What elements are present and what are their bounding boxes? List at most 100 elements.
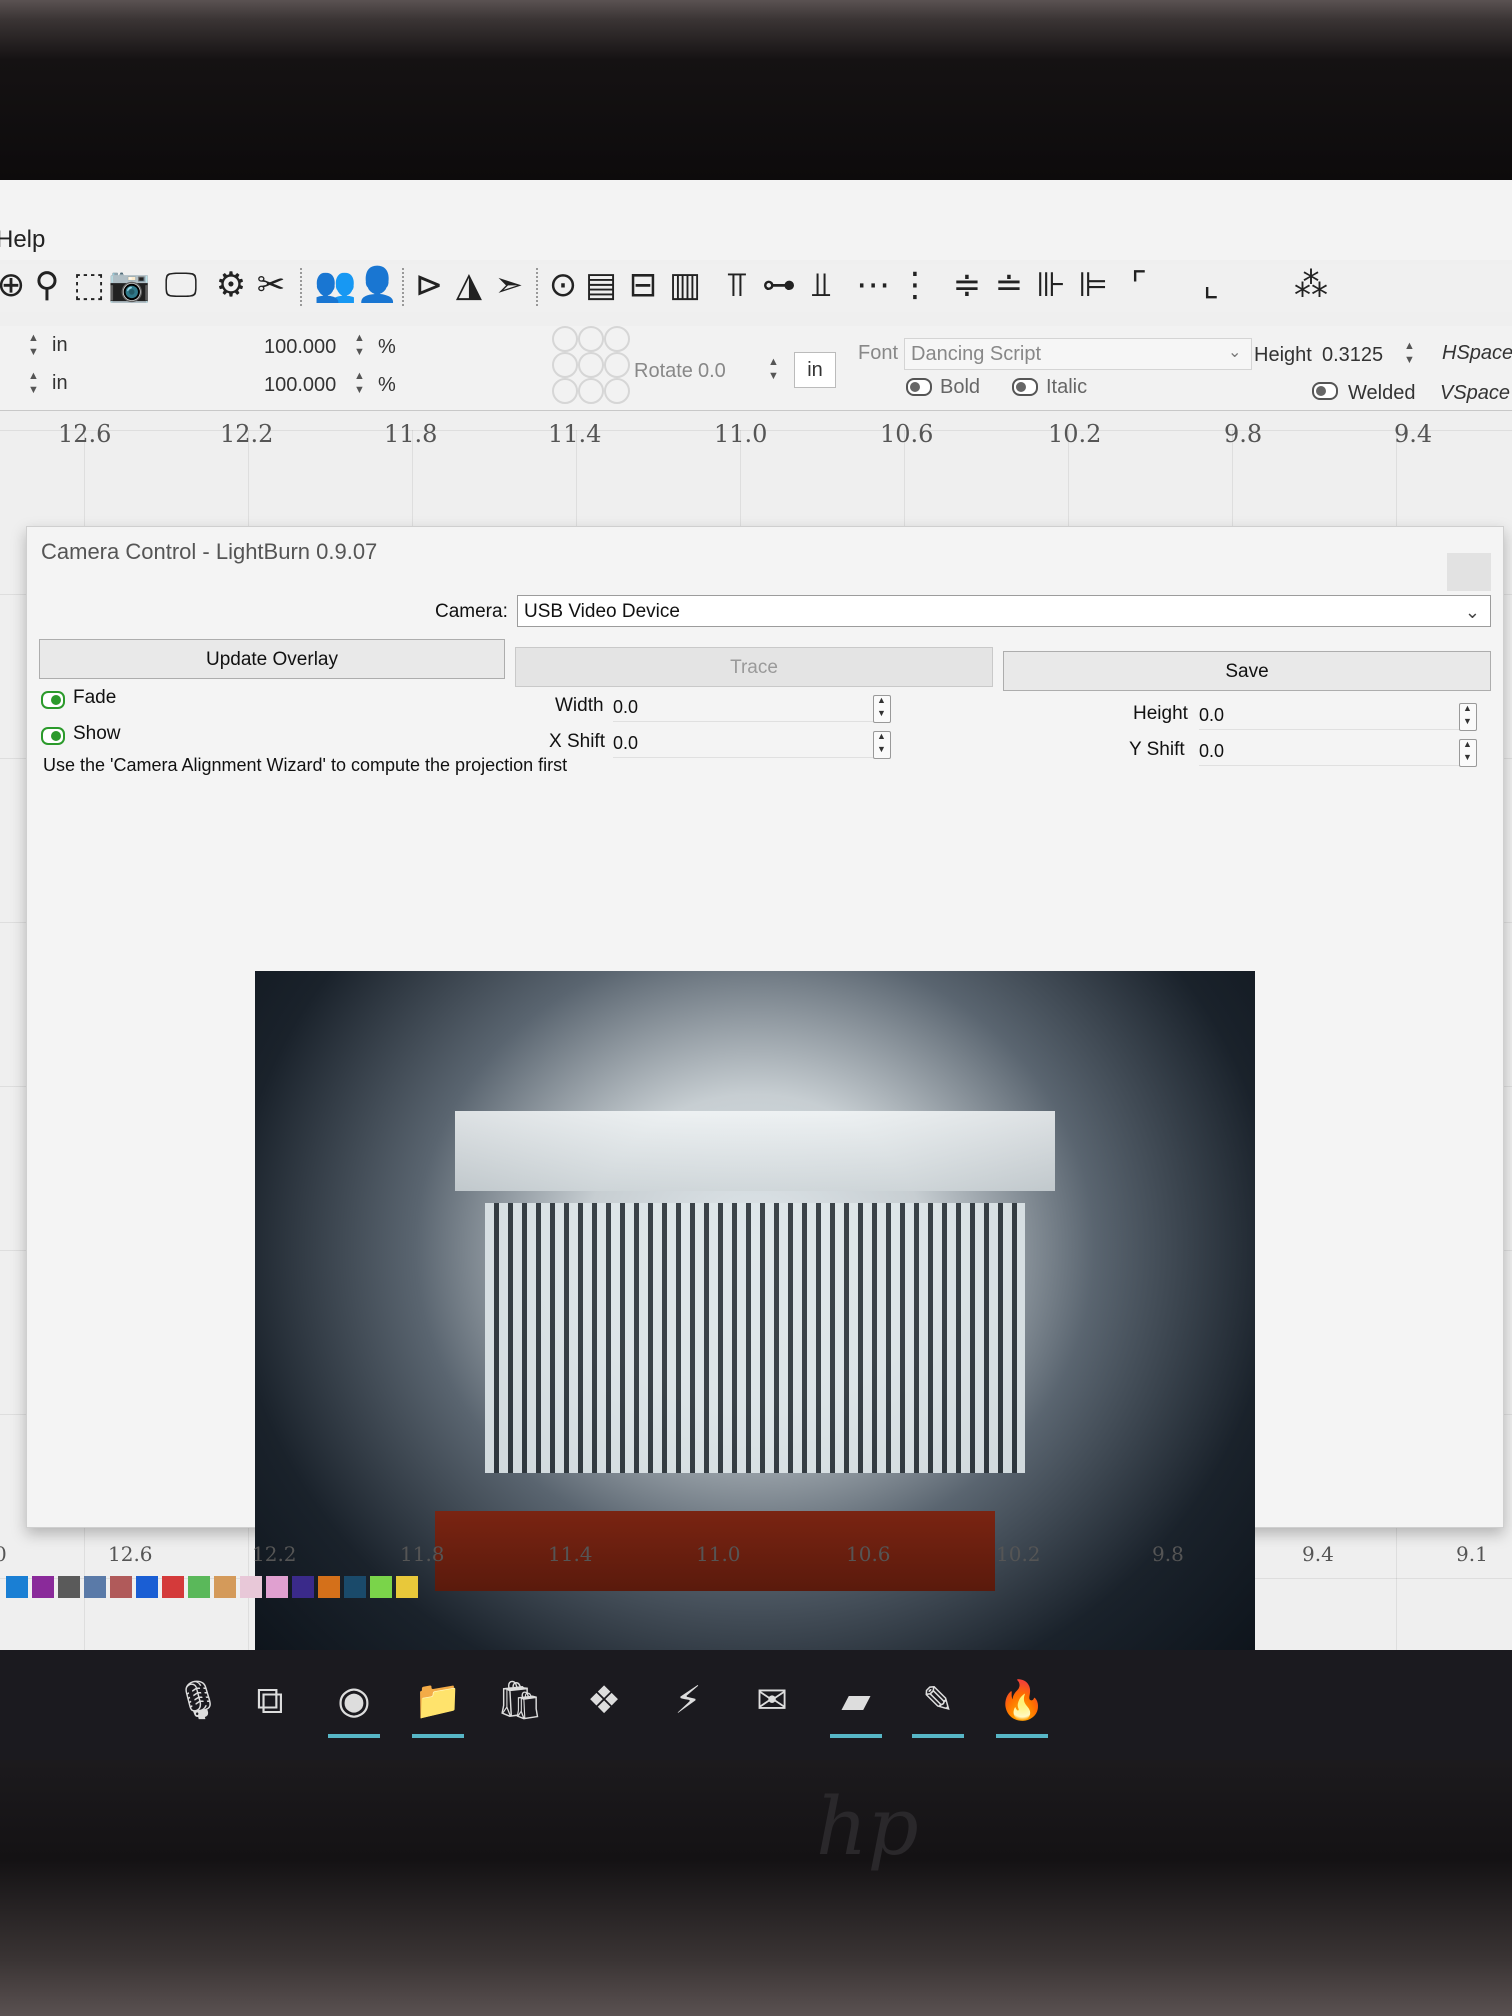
font-select[interactable]: Dancing Script [904,338,1252,370]
arrow-icon[interactable]: ➣ [488,264,530,306]
dock-center-icon[interactable]: ⊪ [1030,264,1072,306]
align-center-icon[interactable]: ⊟ [622,264,664,306]
color-swatch[interactable] [396,1576,418,1598]
update-overlay-button[interactable]: Update Overlay [39,639,505,679]
xshift-field[interactable]: 0.0 [613,729,873,758]
tools-icon[interactable]: ✂ [250,264,292,306]
color-swatch[interactable] [318,1576,340,1598]
store-icon[interactable]: 🛍 [490,1670,550,1730]
scale-height-field[interactable]: 100.000 [264,374,336,397]
gear-icon[interactable]: ⚙ [210,264,252,306]
height-spinner[interactable] [1404,340,1418,368]
lightburn-icon[interactable]: 🔥 [992,1670,1052,1738]
color-swatch[interactable] [188,1576,210,1598]
rotate-unit-button[interactable]: in [794,352,836,388]
dialog-close-button[interactable] [1447,553,1491,591]
color-swatch[interactable] [292,1576,314,1598]
welded-toggle[interactable] [1312,382,1338,400]
camera-icon[interactable]: 📷 [108,264,150,306]
camera-select[interactable]: USB Video Device ⌄ [517,595,1491,627]
sticky-notes-icon[interactable]: ▰ [826,1670,886,1738]
yshift-spinner[interactable] [1459,739,1477,767]
color-swatch[interactable] [344,1576,366,1598]
monitor-icon[interactable]: 🖵 [160,264,202,306]
select-frame-icon[interactable]: ⬚ [68,264,110,306]
trace-button[interactable]: Trace [515,647,993,687]
step-icon[interactable]: ⌞ [1190,264,1232,306]
height-field[interactable]: 0.3125 [1322,344,1383,367]
align-right-icon[interactable]: ▥ [664,264,706,306]
align-top-icon[interactable]: ⫪ [716,264,758,306]
rotate-field[interactable]: 0.0 [698,360,726,383]
width-spinner[interactable] [873,695,891,723]
mirror-icon[interactable]: ◮ [448,264,490,306]
scale-width-spinner[interactable] [354,332,368,360]
user-icon[interactable]: 👤 [356,264,398,306]
color-swatch[interactable] [58,1576,80,1598]
menu-help[interactable]: Help [0,226,45,254]
task-view-icon[interactable]: ⧉ [240,1670,300,1730]
monitor-bezel-top [0,0,1512,180]
color-swatch[interactable] [162,1576,184,1598]
yshift-field[interactable]: 0.0 [1199,737,1475,766]
height-spinner[interactable] [1459,703,1477,731]
color-swatch[interactable] [6,1576,28,1598]
align-middle-icon[interactable]: ⊶ [758,264,800,306]
color-swatch[interactable] [136,1576,158,1598]
font-chevron-down-icon[interactable]: ⌄ [1228,342,1241,362]
dock-h-icon[interactable]: ≑ [946,264,988,306]
save-button[interactable]: Save [1003,651,1491,691]
rotate-label: Rotate [634,360,693,382]
ruler-tick-label: 9.4 [1302,1542,1334,1566]
ruler-tick-label: 12.2 [252,1542,297,1566]
chrome-icon[interactable]: ◉ [324,1670,384,1738]
zoom-out-icon[interactable]: ⚲ [26,264,68,306]
grid-step-icon[interactable]: ⁂ [1290,264,1332,306]
color-swatch[interactable] [214,1576,236,1598]
color-swatch[interactable] [84,1576,106,1598]
fade-checkbox[interactable] [41,691,65,709]
width-field[interactable]: 0.0 [613,693,873,722]
scale-width-field[interactable]: 100.000 [264,336,336,359]
xshift-label: X Shift [549,731,605,752]
target-icon[interactable]: ⊙ [542,264,584,306]
toolbar-separator [402,268,406,306]
distribute-v-icon[interactable]: ⋮ [894,264,936,306]
mail-icon[interactable]: ✉ [742,1670,802,1730]
bold-toggle[interactable] [906,378,932,396]
color-swatch[interactable] [110,1576,132,1598]
ruler-tick-label: 12.2 [220,420,274,448]
rotate-spinner[interactable] [768,356,782,384]
dropbox-icon[interactable]: ❖ [574,1670,634,1730]
ruler-tick-label: 11.0 [696,1542,741,1566]
color-swatch[interactable] [32,1576,54,1598]
group-icon[interactable]: 👥 [314,264,356,306]
scale-width-percent: % [378,336,396,358]
camera-label: Camera: [435,601,508,622]
color-swatch[interactable] [240,1576,262,1598]
vscode-icon[interactable]: ⚡ [658,1670,718,1730]
dock-v-icon[interactable]: ≐ [988,264,1030,306]
monitor-bezel-bottom [0,1760,1512,2016]
height-field[interactable]: 0.0 [1199,701,1475,730]
inkscape-icon[interactable]: ✎ [908,1670,968,1738]
file-explorer-icon[interactable]: 📁 [408,1670,468,1738]
scale-height-spinner[interactable] [354,370,368,398]
italic-toggle[interactable] [1012,378,1038,396]
align-left-icon[interactable]: ▤ [580,264,622,306]
text-tool-icon[interactable]: ⊳ [408,264,450,306]
unit1-spinner[interactable] [28,332,42,360]
anchor-selector[interactable] [552,326,630,404]
dock-right-icon[interactable]: ⊫ [1072,264,1114,306]
color-palette [6,1576,422,1600]
microphone-icon[interactable]: 🎙 [168,1670,228,1730]
color-swatch[interactable] [266,1576,288,1598]
show-checkbox[interactable] [41,727,65,745]
xshift-spinner[interactable] [873,731,891,759]
color-swatch[interactable] [370,1576,392,1598]
unit2-spinner[interactable] [28,370,42,398]
welded-label: Welded [1348,382,1416,404]
corner-icon[interactable]: ⌜ [1118,264,1160,306]
distribute-h-icon[interactable]: ⋯ [852,264,894,306]
align-bottom-icon[interactable]: ⫫ [800,264,842,306]
